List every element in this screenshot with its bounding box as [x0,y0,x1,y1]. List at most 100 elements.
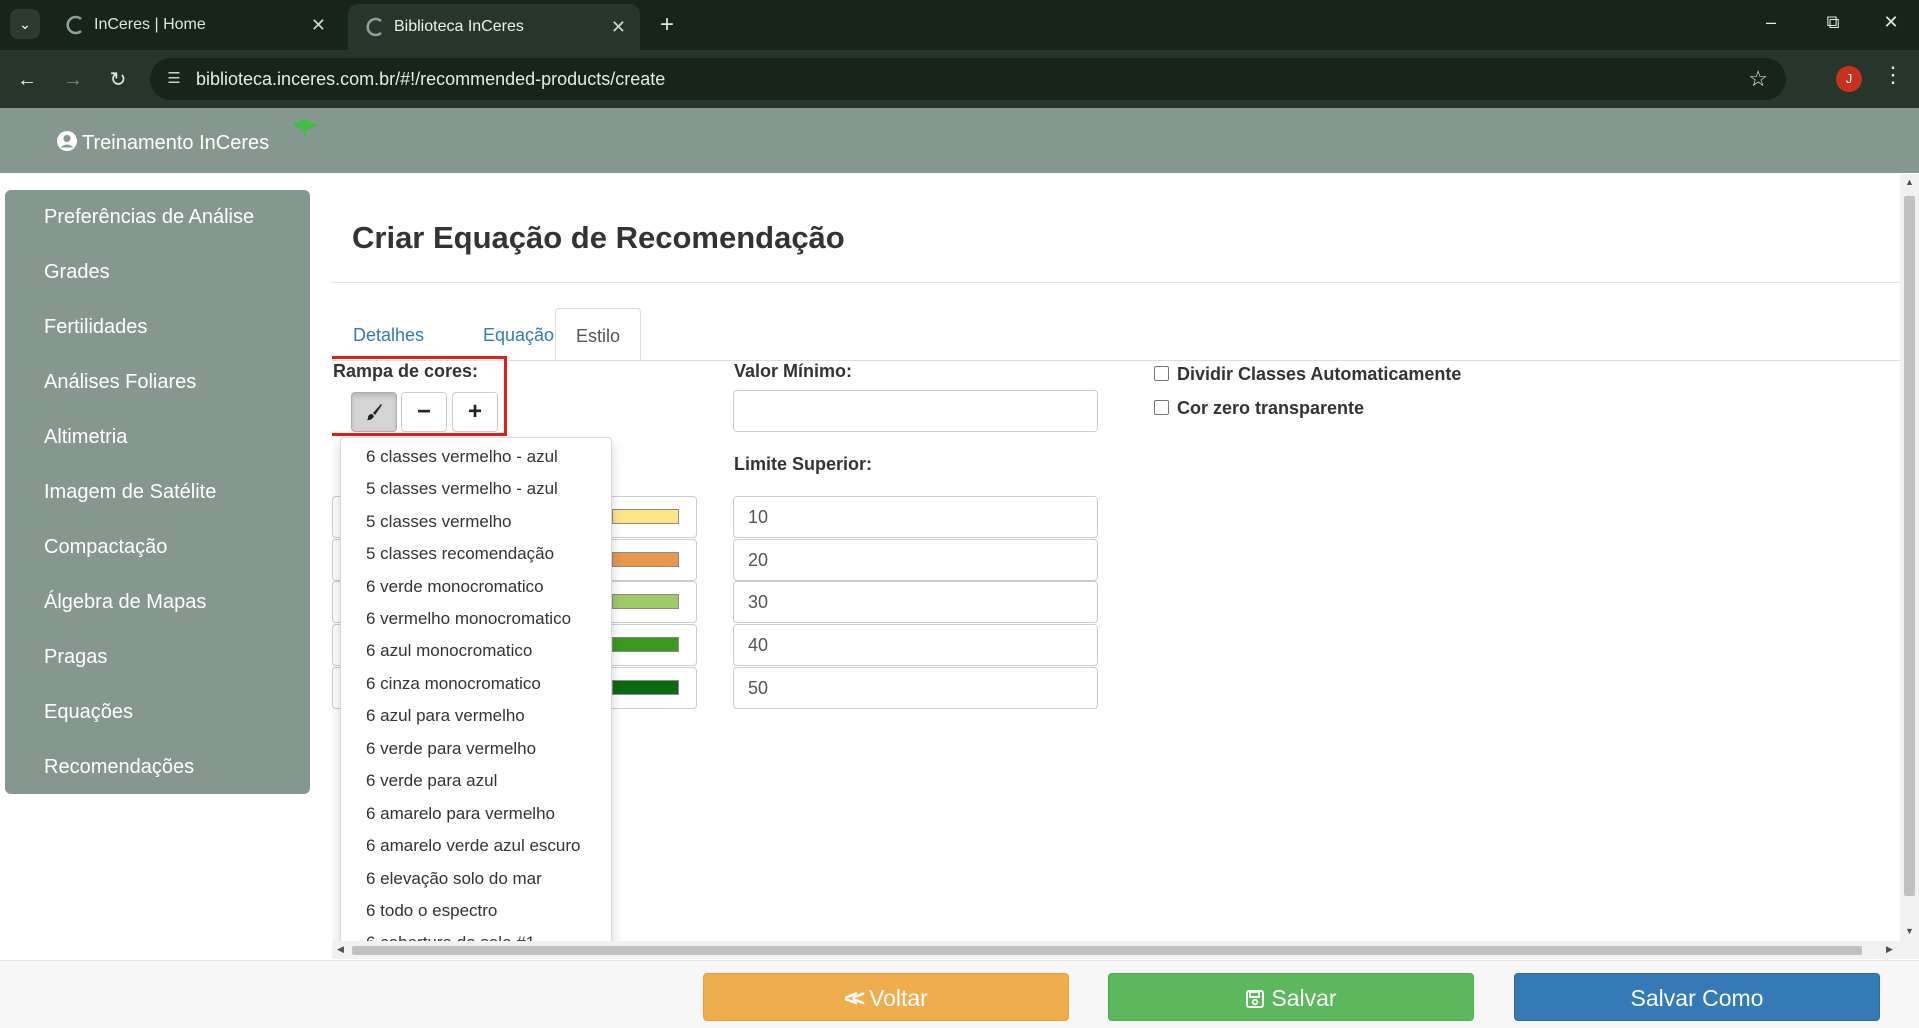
action-footer: << Voltar Salvar Salvar Como [0,960,1919,1028]
ramp-brush-button[interactable] [351,392,397,432]
sidebar-item-fertilidades[interactable]: Fertilidades [5,300,310,355]
ramp-option[interactable]: 6 azul para vermelho [341,700,611,732]
back-button[interactable]: << Voltar [703,973,1069,1021]
class-color-swatch[interactable] [612,509,679,524]
ramp-option[interactable]: 6 amarelo para vermelho [341,798,611,830]
scroll-thumb[interactable] [352,946,1862,955]
double-chevron-left-icon: << [844,985,865,1011]
checkbox-box[interactable] [1154,400,1169,415]
checkbox-box[interactable] [1154,366,1169,381]
ramp-option[interactable]: 6 cinza monocromatico [341,668,611,700]
scroll-up-arrow-icon[interactable]: ▲ [1905,177,1914,187]
ramp-option[interactable]: 5 classes vermelho - azul [341,473,611,505]
sidebar-item-equacoes[interactable]: Equações [5,685,310,740]
bookmark-star-icon[interactable]: ☆ [1748,58,1768,100]
tab-estilo[interactable]: Estilo [555,308,642,360]
sidebar-item-compactacao[interactable]: Compactação [5,520,310,575]
class-color-swatch[interactable] [612,637,679,652]
minimize-icon[interactable]: – [1756,12,1786,33]
vertical-scrollbar[interactable]: ▲ ▼ [1900,174,1919,959]
address-bar: ← → ↻ ☰ biblioteca.inceres.com.br/#!/rec… [0,50,1919,108]
auto-divide-checkbox[interactable]: Dividir Classes Automaticamente [1154,364,1461,385]
add-class-button[interactable]: + [452,392,498,432]
browser-tab-home[interactable]: InCeres | Home ✕ [48,6,340,44]
scroll-left-arrow-icon[interactable]: ◀ [337,944,344,955]
app-header: Treinamento InCeres [0,108,1919,173]
sidebar-item-recomendacoes[interactable]: Recomendações [5,740,310,795]
browser-menu-icon[interactable]: ⋮ [1882,62,1904,88]
tab-detalhes[interactable]: Detalhes [333,308,444,360]
sidebar-item-grades[interactable]: Grades [5,245,310,300]
user-circle-icon [57,131,77,151]
browser-tab-title: InCeres | Home [94,16,206,33]
url-text[interactable]: biblioteca.inceres.com.br/#!/recommended… [196,58,665,100]
new-tab-plus-icon[interactable]: + [652,10,682,40]
upper-limit-input[interactable]: 50 [733,667,1098,709]
save-as-button-label: Salvar Como [1630,985,1764,1011]
scroll-thumb[interactable] [1904,196,1915,896]
checkbox-label: Cor zero transparente [1177,398,1365,418]
ramp-option[interactable]: 6 azul monocromatico [341,635,611,667]
browser-tab-biblioteca[interactable]: Biblioteca InCeres ✕ [348,4,640,50]
title-divider [332,282,1900,283]
class-color-swatch[interactable] [612,680,679,695]
scroll-right-arrow-icon[interactable]: ▶ [1886,944,1893,955]
min-value-label: Valor Mínimo: [734,361,853,381]
sidebar-item-analises-foliares[interactable]: Análises Foliares [5,355,310,410]
min-value-input[interactable] [733,390,1098,432]
ramp-option[interactable]: 6 verde para azul [341,765,611,797]
ramp-option[interactable]: 6 classes vermelho - azul [341,441,611,473]
form-tabs: Detalhes Equação Estilo [332,308,1900,361]
scroll-down-arrow-icon[interactable]: ▼ [1905,926,1914,936]
inceres-favicon-icon [66,15,82,35]
url-omnibox[interactable]: ☰ biblioteca.inceres.com.br/#!/recommend… [150,58,1786,100]
sidebar-item-preferencias[interactable]: Preferências de Análise [5,190,310,245]
site-settings-icon[interactable]: ☰ [164,69,184,89]
upper-limit-label: Limite Superior: [734,454,873,474]
inceres-logo-icon [292,119,318,137]
remove-class-button[interactable]: − [401,392,447,432]
page-title: Criar Equação de Recomendação [352,220,845,255]
back-button-label: Voltar [869,985,928,1011]
ramp-option[interactable]: 6 elevação solo do mar [341,863,611,895]
forward-arrow-icon[interactable]: → [58,65,88,95]
restore-icon[interactable]: ⧉ [1818,12,1848,33]
horizontal-scrollbar[interactable]: ◀ ▶ [332,941,1900,959]
ramp-option[interactable]: 6 vermelho monocromatico [341,603,611,635]
class-color-swatch[interactable] [612,552,679,567]
close-tab-icon[interactable]: ✕ [611,4,626,50]
sidebar-item-imagem-satelite[interactable]: Imagem de Satélite [5,465,310,520]
save-button[interactable]: Salvar [1108,973,1474,1021]
inceres-favicon-icon [366,17,382,37]
floppy-disk-icon [1246,990,1265,1008]
user-menu[interactable]: Treinamento InCeres [56,130,269,155]
sidebar-item-altimetria[interactable]: Altimetria [5,410,310,465]
tab-search-chevron-icon[interactable]: ⌄ [10,9,40,39]
back-arrow-icon[interactable]: ← [12,65,42,95]
ramp-option[interactable]: 5 classes recomendação [341,538,611,570]
upper-limit-input[interactable]: 10 [733,496,1098,538]
ramp-option[interactable]: 6 amarelo verde azul escuro [341,830,611,862]
browser-tab-bar: ⌄ InCeres | Home ✕ Biblioteca InCeres ✕ … [0,0,1919,50]
ramp-option[interactable]: 6 verde monocromatico [341,571,611,603]
ramp-option[interactable]: 5 classes vermelho [341,506,611,538]
sidebar-item-algebra-mapas[interactable]: Álgebra de Mapas [5,575,310,630]
save-as-button[interactable]: Salvar Como [1514,973,1880,1021]
profile-avatar[interactable]: J [1836,66,1862,92]
color-ramp-dropdown: 6 classes vermelho - azul 5 classes verm… [340,437,612,947]
zero-transparent-checkbox[interactable]: Cor zero transparente [1154,398,1364,419]
sidebar: Preferências de Análise Grades Fertilida… [5,190,310,794]
checkbox-label: Dividir Classes Automaticamente [1177,364,1462,384]
class-color-swatch[interactable] [612,594,679,609]
upper-limit-input[interactable]: 40 [733,624,1098,666]
ramp-option[interactable]: 6 verde para vermelho [341,733,611,765]
ramp-option[interactable]: 6 todo o espectro [341,895,611,927]
sidebar-item-pragas[interactable]: Pragas [5,630,310,685]
window-close-icon[interactable]: ✕ [1876,12,1906,33]
user-name: Treinamento InCeres [82,132,270,154]
upper-limit-input[interactable]: 30 [733,581,1098,623]
reload-icon[interactable]: ↻ [103,65,133,95]
upper-limit-input[interactable]: 20 [733,539,1098,581]
close-tab-icon[interactable]: ✕ [311,6,326,44]
save-button-label: Salvar [1271,985,1337,1011]
